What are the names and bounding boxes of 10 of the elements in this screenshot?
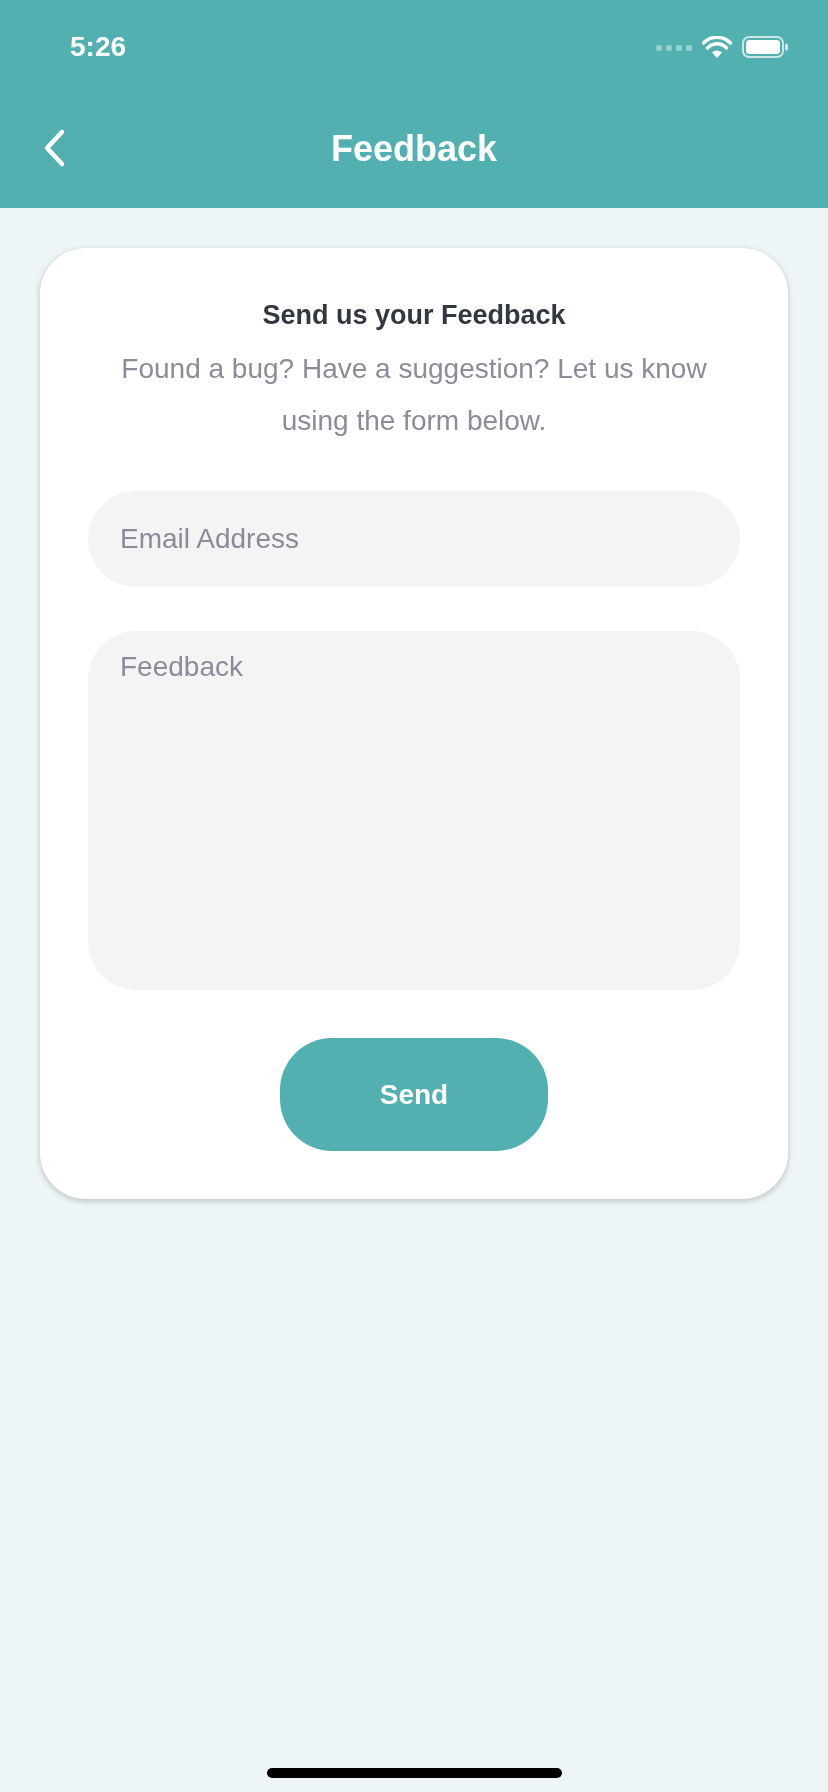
status-time: 5:26 [70, 31, 127, 63]
card-title: Send us your Feedback [262, 300, 566, 331]
feedback-field[interactable]: Feedback [88, 631, 740, 990]
wifi-icon [702, 36, 732, 58]
screen-title: Feedback [330, 128, 498, 170]
battery-icon [742, 36, 788, 58]
card-description: Found a bug? Have a suggestion? Let us know using the form below. [120, 352, 708, 438]
send-button[interactable]: Send [280, 1038, 548, 1151]
signal-icon [656, 43, 692, 51]
email-field[interactable]: Email Address [88, 491, 740, 587]
